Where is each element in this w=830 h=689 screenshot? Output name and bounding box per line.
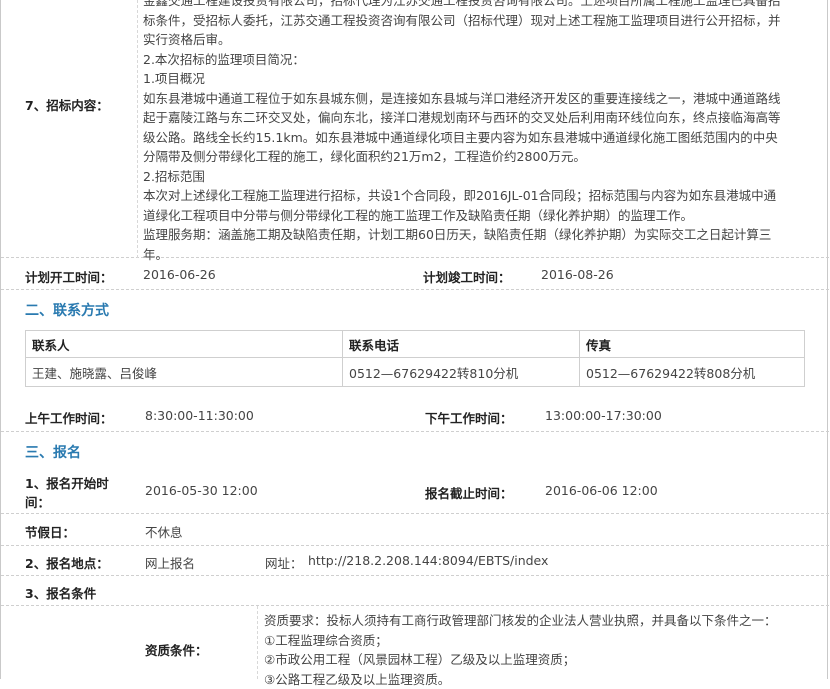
start-time-label: 计划开工时间： xyxy=(25,267,113,286)
qualification-label: 资质条件： xyxy=(145,640,208,659)
am-hours-value: 8:30:00-11:30:00 xyxy=(145,408,254,423)
signup-place-row: 2、报名地点： 网上报名 网址： http://218.2.208.144:80… xyxy=(1,546,829,576)
bid-content-label: 7、招标内容： xyxy=(25,95,109,114)
intro-line: 实行资格后审。 xyxy=(143,30,815,50)
section-title-signup: 三、报名 xyxy=(25,442,81,462)
signup-condition-label: 3、报名条件 xyxy=(25,583,96,602)
signup-time-row: 1、报名开始时 间： 2016-05-30 12:00 报名截止时间： 2016… xyxy=(1,466,829,514)
notice-page: 7、招标内容： 金鑫交通工程建设投资有限公司，招标代理为江苏交通工程投资咨询有限… xyxy=(0,0,828,679)
holiday-row: 节假日： 不休息 xyxy=(1,514,829,546)
url-label: 网址： xyxy=(265,553,303,572)
intro-line: 2.本次招标的监理项目简况： xyxy=(143,50,815,70)
bid-content-row: 7、招标内容： 金鑫交通工程建设投资有限公司，招标代理为江苏交通工程投资咨询有限… xyxy=(1,0,829,258)
table-header-row: 联系人 联系电话 传真 xyxy=(26,331,805,358)
intro-line: 1.项目概况 xyxy=(143,69,815,89)
work-hours-row: 上午工作时间： 8:30:00-11:30:00 下午工作时间： 13:00:0… xyxy=(1,400,829,432)
holiday-value: 不休息 xyxy=(145,522,183,541)
header-fax: 传真 xyxy=(580,331,805,358)
column-divider xyxy=(137,0,138,258)
qualification-line: ③公路工程乙级及以上监理资质。 xyxy=(264,670,814,689)
contact-table: 联系人 联系电话 传真 王建、施晓露、吕俊峰 0512—67629422转810… xyxy=(25,330,805,387)
pm-hours-label: 下午工作时间： xyxy=(425,408,513,427)
intro-line: 本次对上述绿化工程施工监理进行招标，共设1个合同段，即2016JL-01合同段；… xyxy=(143,186,815,206)
intro-line: 2.招标范围 xyxy=(143,167,815,187)
bid-content-text: 金鑫交通工程建设投资有限公司，招标代理为江苏交通工程投资咨询有限公司。上述项目所… xyxy=(143,0,815,264)
column-divider xyxy=(257,606,258,679)
signup-place-value: 网上报名 xyxy=(145,553,195,572)
intro-line: 如东县港城中通道工程位于如东县城东侧，是连接如东县城与洋口港经济开发区的重要连接… xyxy=(143,89,815,109)
intro-line: 监理服务期：涵盖施工期及缺陷责任期，计划工期60日历天，缺陷责任期（绿化养护期）… xyxy=(143,225,815,245)
signup-start-label-line1: 1、报名开始时 xyxy=(25,473,109,492)
signup-end-label: 报名截止时间： xyxy=(425,483,513,502)
intro-line: 金鑫交通工程建设投资有限公司，招标代理为江苏交通工程投资咨询有限公司。上述项目所… xyxy=(143,0,815,11)
cell-contact-person: 王建、施晓露、吕俊峰 xyxy=(26,358,343,387)
qualification-line: ①工程监理综合资质； xyxy=(264,631,814,651)
qualification-line: 资质要求：投标人须持有工商行政管理部门核发的企业法人营业执照，并具备以下条件之一… xyxy=(264,611,814,631)
signup-start-label-line2: 间： xyxy=(25,492,50,511)
signup-url-link[interactable]: http://218.2.208.144:8094/EBTS/index xyxy=(308,553,548,568)
qualification-line: ②市政公用工程（风景园林工程）乙级及以上监理资质； xyxy=(264,650,814,670)
signup-condition-row: 3、报名条件 xyxy=(1,576,829,606)
intro-line: 道绿化工程项目中分带与侧分带绿化工程的施工监理工作及缺陷责任期（绿化养护期）的监… xyxy=(143,206,815,226)
end-time-value: 2016-08-26 xyxy=(541,267,614,282)
header-contact-person: 联系人 xyxy=(26,331,343,358)
section-title-contact: 二、联系方式 xyxy=(25,300,109,320)
cell-fax: 0512—67629422转808分机 xyxy=(580,358,805,387)
intro-line: 分隔带及侧分带绿化工程的施工，绿化面积约21万m2，工程造价约2800万元。 xyxy=(143,147,815,167)
intro-line: 级公路。路线全长约15.1km。如东县港城中通道绿化项目主要内容为如东县港城中通… xyxy=(143,128,815,148)
start-time-value: 2016-06-26 xyxy=(143,267,216,282)
signup-start-value: 2016-05-30 12:00 xyxy=(145,483,258,498)
signup-place-label: 2、报名地点： xyxy=(25,553,109,572)
header-phone: 联系电话 xyxy=(343,331,580,358)
am-hours-label: 上午工作时间： xyxy=(25,408,113,427)
qualification-text: 资质要求：投标人须持有工商行政管理部门核发的企业法人营业执照，并具备以下条件之一… xyxy=(264,611,814,689)
pm-hours-value: 13:00:00-17:30:00 xyxy=(545,408,662,423)
qualification-row: 资质条件： 资质要求：投标人须持有工商行政管理部门核发的企业法人营业执照，并具备… xyxy=(1,606,829,679)
schedule-row: 计划开工时间： 2016-06-26 计划竣工时间： 2016-08-26 xyxy=(1,258,829,290)
holiday-label: 节假日： xyxy=(25,522,75,541)
intro-line: 起于嘉陵江路与东二环交叉处，偏向东北，接洋口港规划南环与西环的交叉处后利用南环线… xyxy=(143,108,815,128)
cell-phone: 0512—67629422转810分机 xyxy=(343,358,580,387)
intro-line: 标条件，受招标人委托，江苏交通工程投资咨询有限公司（招标代理）现对上述工程施工监… xyxy=(143,11,815,31)
table-row: 王建、施晓露、吕俊峰 0512—67629422转810分机 0512—6762… xyxy=(26,358,805,387)
signup-end-value: 2016-06-06 12:00 xyxy=(545,483,658,498)
end-time-label: 计划竣工时间： xyxy=(423,267,511,286)
